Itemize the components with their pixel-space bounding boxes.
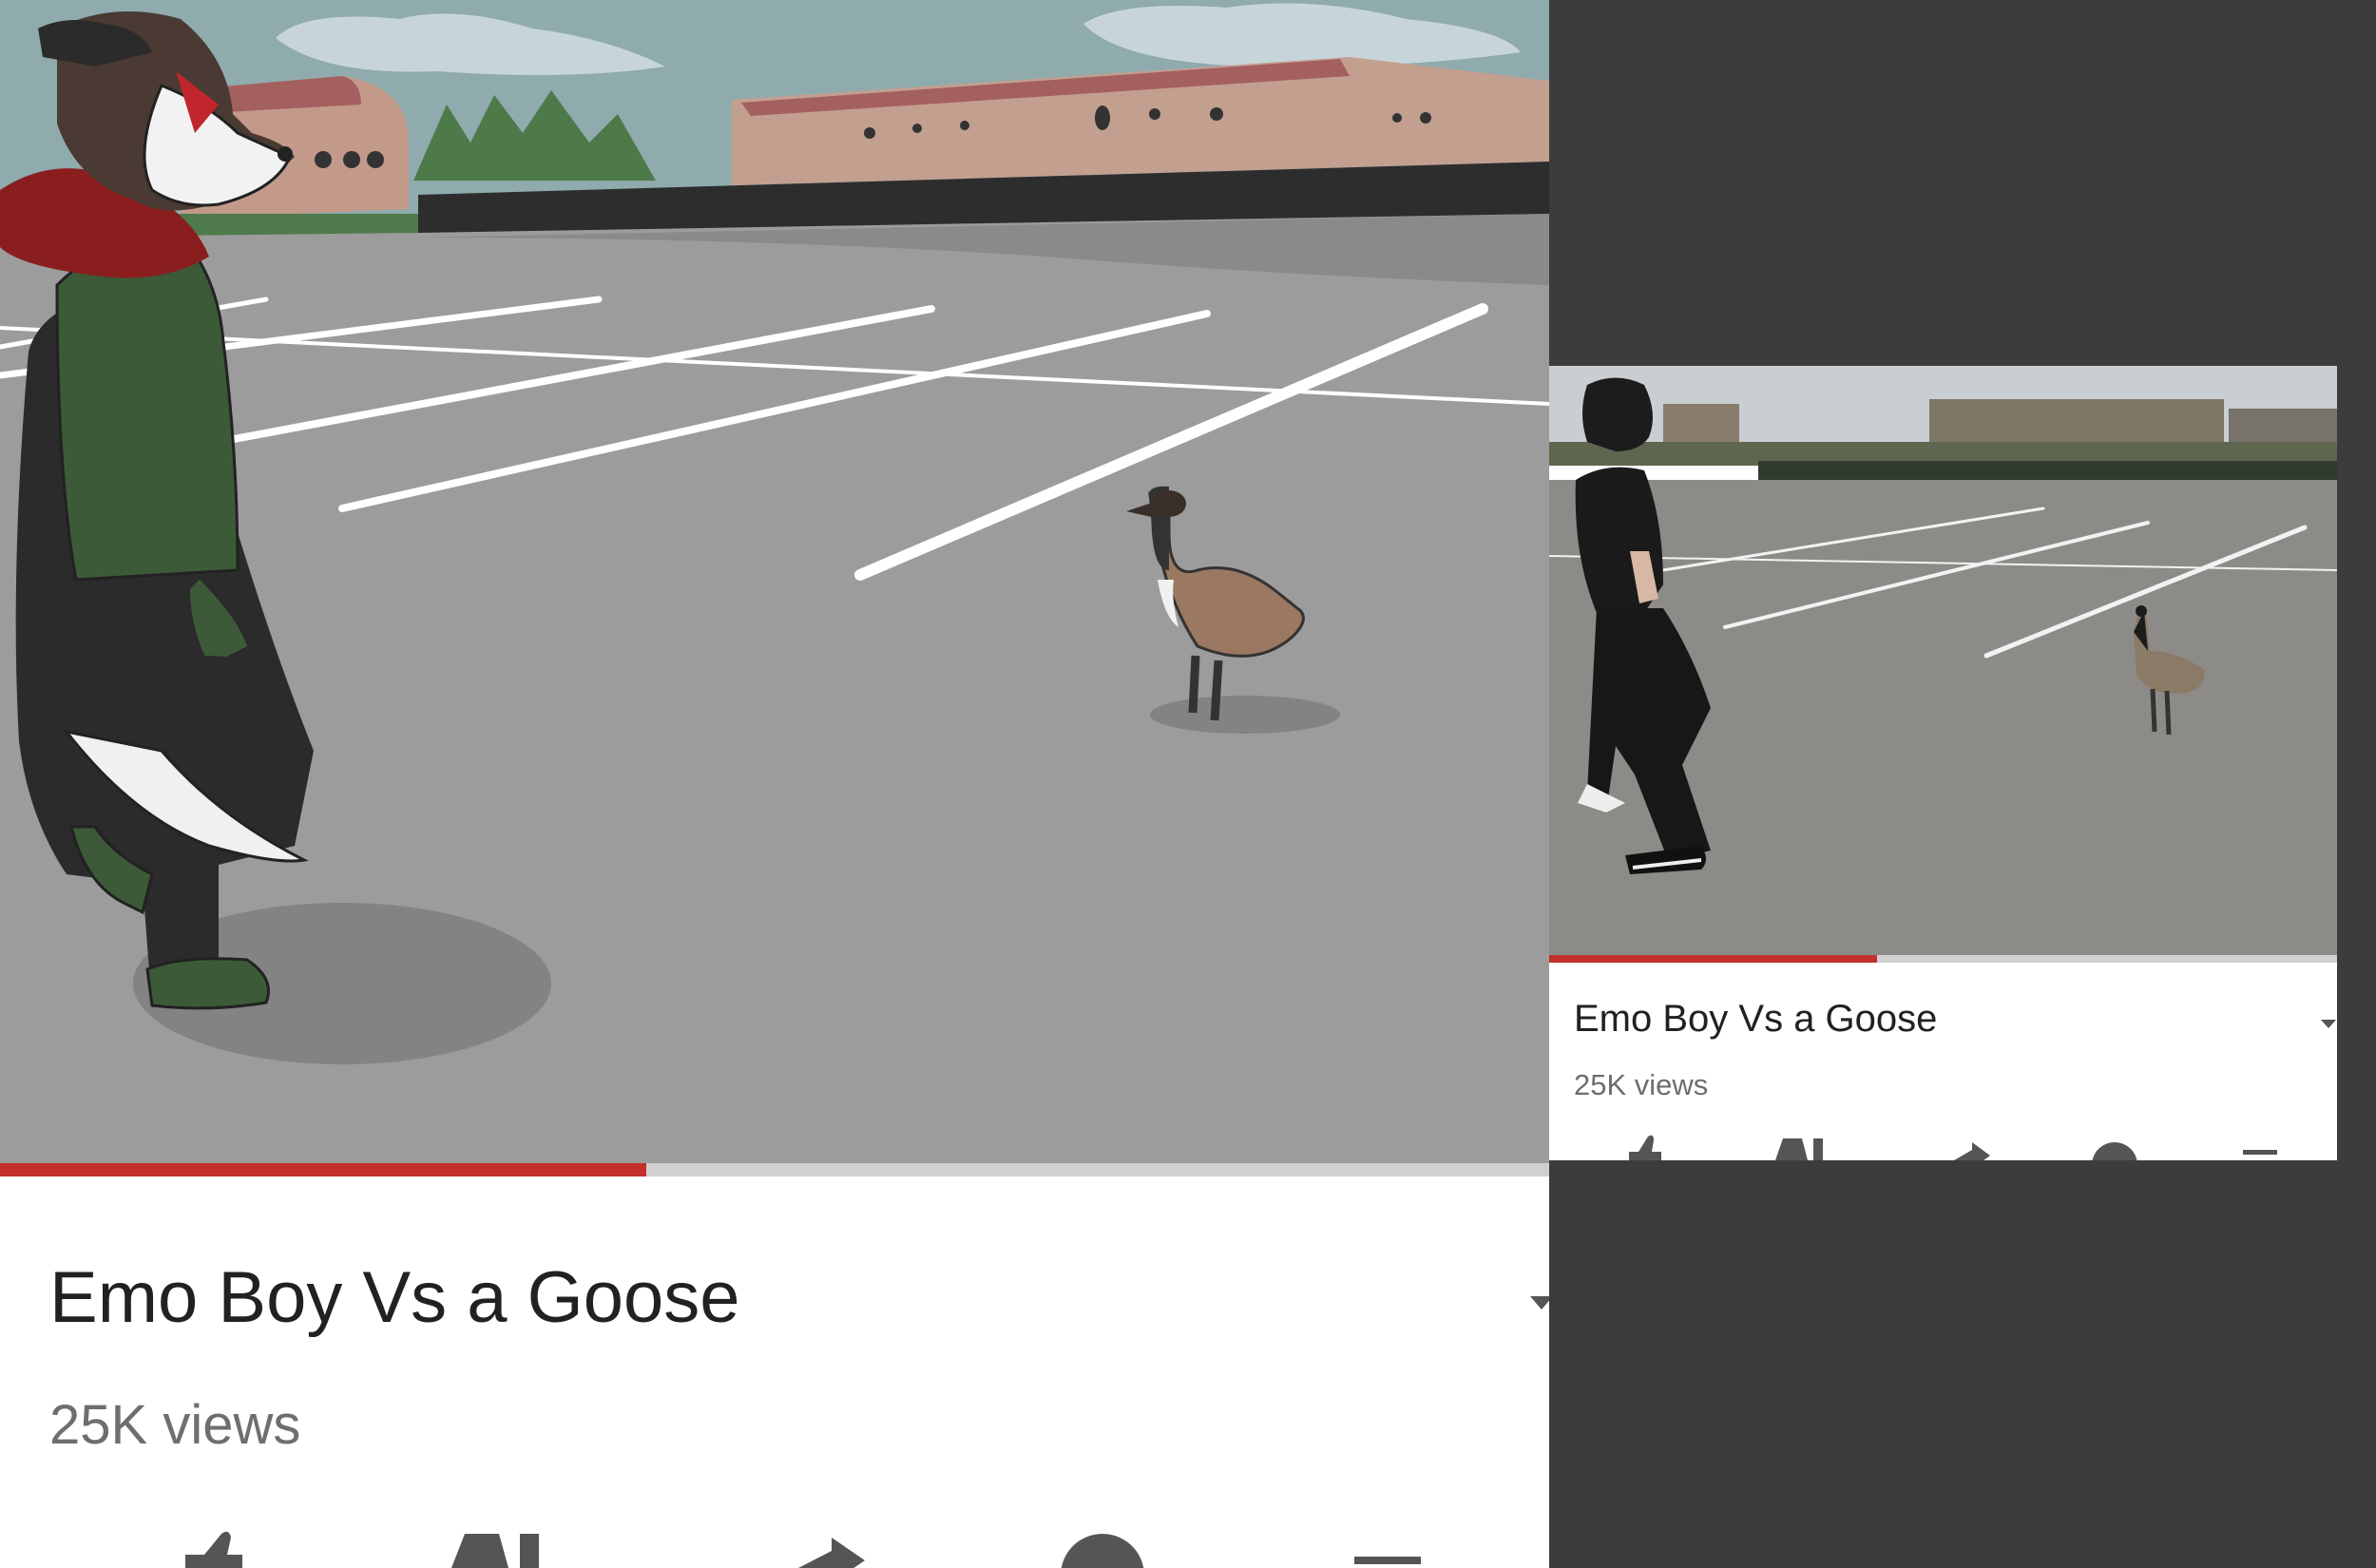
video-progress-bar[interactable]	[1549, 955, 2337, 963]
expand-chevron-icon[interactable]	[1530, 1296, 1549, 1310]
video-action-row	[1549, 1129, 2337, 1160]
video-title: Emo Boy Vs a Goose	[49, 1257, 740, 1338]
expand-chevron-icon[interactable]	[2321, 1020, 2336, 1028]
original-video-panel: Emo Boy Vs a Goose 25K views	[1549, 366, 2337, 1160]
video-action-row	[0, 1526, 1549, 1568]
like-icon[interactable]	[1623, 1129, 1665, 1160]
dislike-icon[interactable]	[1766, 1129, 1829, 1160]
share-icon[interactable]	[789, 1526, 874, 1568]
video-progress-bar[interactable]	[0, 1163, 1549, 1176]
video-player-original[interactable]	[1549, 366, 2337, 955]
video-player-illustrated[interactable]	[0, 0, 1549, 1163]
illustrated-scene	[0, 0, 1549, 1163]
video-progress-played	[1549, 955, 1877, 963]
view-count: 25K views	[49, 1394, 301, 1456]
download-icon[interactable]	[2086, 1129, 2143, 1160]
save-icon[interactable]	[1354, 1526, 1421, 1568]
save-icon[interactable]	[2241, 1129, 2279, 1160]
download-icon[interactable]	[1050, 1526, 1155, 1568]
video-title: Emo Boy Vs a Goose	[1574, 998, 1938, 1040]
video-progress-played	[0, 1163, 646, 1176]
like-icon[interactable]	[176, 1526, 252, 1568]
view-count: 25K views	[1574, 1068, 1709, 1101]
share-icon[interactable]	[1948, 1129, 1996, 1160]
dislike-icon[interactable]	[432, 1526, 556, 1568]
illustrated-video-panel: Emo Boy Vs a Goose 25K views	[0, 0, 1549, 1568]
photo-scene	[1549, 366, 2337, 955]
